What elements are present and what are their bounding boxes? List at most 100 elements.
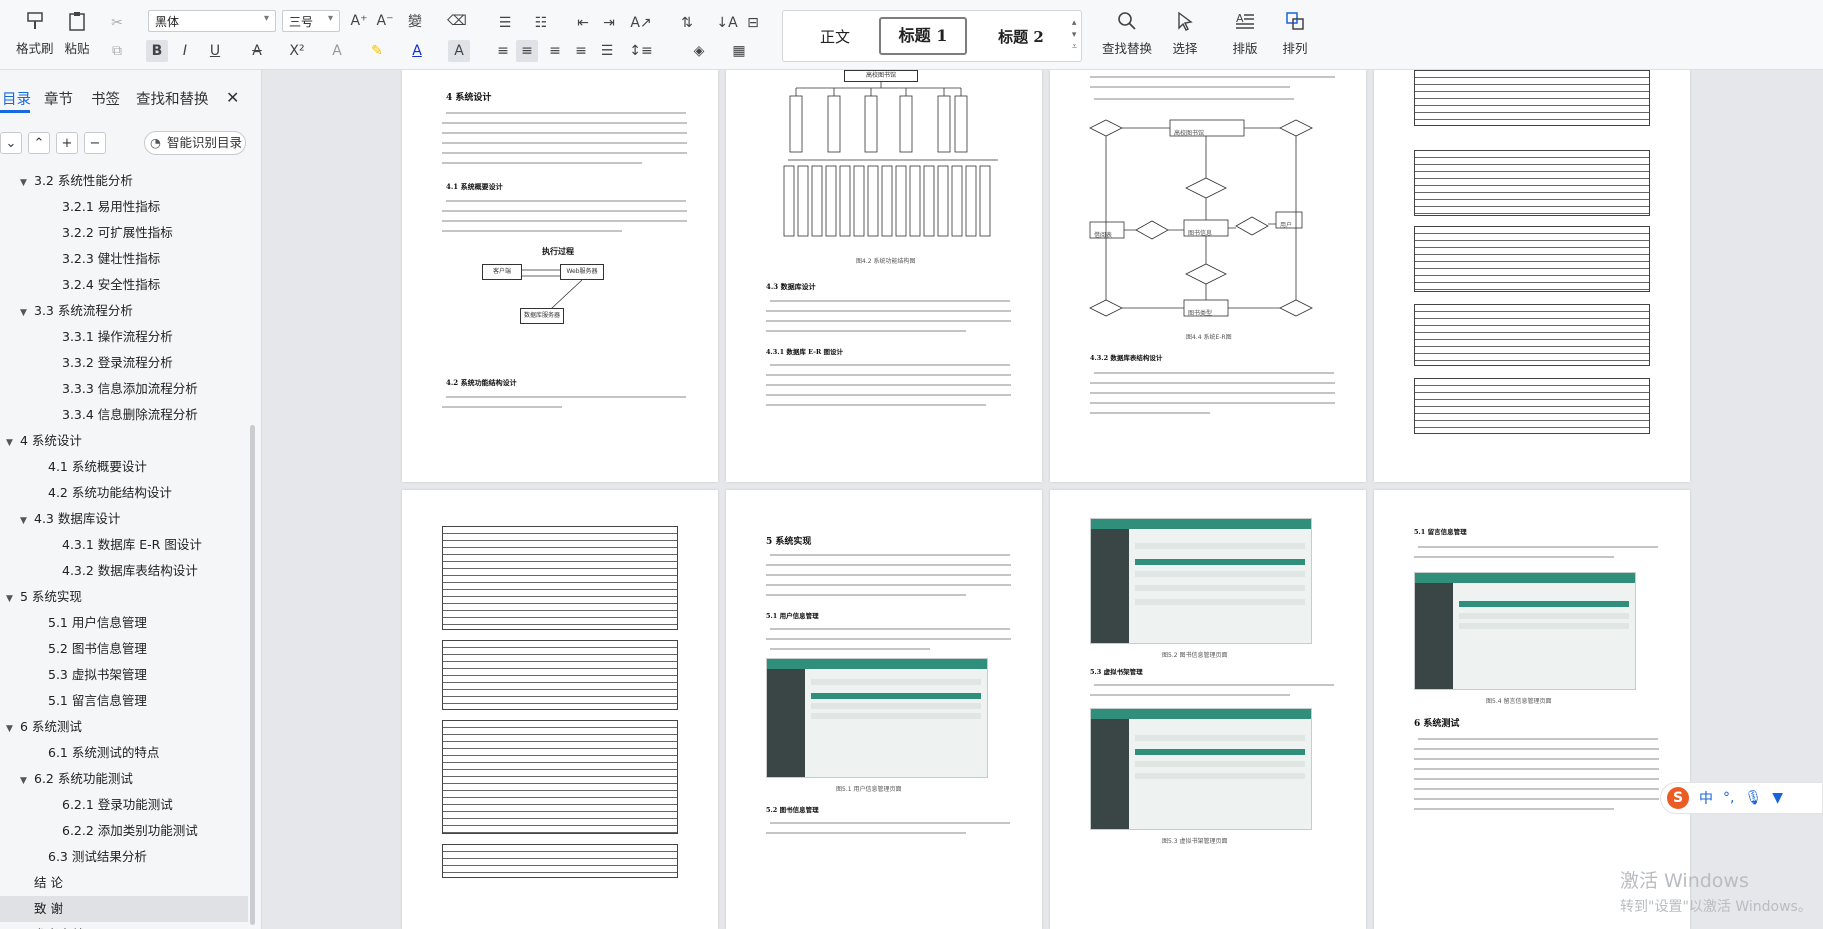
sort-az-icon[interactable]: ↓A bbox=[716, 12, 738, 34]
toc-item[interactable]: 3.2.2 可扩展性指标 bbox=[0, 220, 248, 246]
ime-toolbar[interactable]: S 中 °, 🎙 ▼ bbox=[1660, 782, 1823, 814]
select-button[interactable]: 选择 bbox=[1172, 8, 1198, 57]
mic-icon[interactable]: 🎙 bbox=[1744, 790, 1762, 806]
tab-toc[interactable]: 目录 bbox=[2, 88, 31, 109]
skin-icon[interactable]: ▼ bbox=[1772, 790, 1783, 806]
add-icon[interactable]: + bbox=[56, 132, 78, 154]
line-spacing-icon[interactable]: ↕≡ bbox=[629, 40, 652, 62]
text-effect-icon[interactable]: A bbox=[326, 40, 348, 62]
borders-icon[interactable]: ▦ bbox=[728, 40, 750, 62]
toc-item[interactable]: ▼ 6 系统测试 bbox=[0, 714, 248, 740]
expand-icon[interactable]: ⌃ bbox=[28, 132, 50, 154]
toc-item-label: 4.3.1 数据库 E-R 图设计 bbox=[62, 537, 202, 552]
superscript-button[interactable]: X² bbox=[286, 40, 308, 62]
caret-down-icon[interactable]: ▼ bbox=[20, 508, 34, 534]
cut-icon[interactable]: ✂ bbox=[106, 12, 128, 34]
copy-icon[interactable]: ⧉ bbox=[106, 40, 128, 62]
caret-down-icon[interactable]: ▼ bbox=[6, 716, 20, 742]
toc-item[interactable]: ▼ 3.3 系统流程分析 bbox=[0, 298, 248, 324]
ime-punct-icon[interactable]: °, bbox=[1723, 790, 1734, 806]
toc-item[interactable]: ▼ 6.2 系统功能测试 bbox=[0, 766, 248, 792]
caret-down-icon[interactable]: ▼ bbox=[20, 300, 34, 326]
caret-down-icon[interactable]: ▼ bbox=[20, 768, 34, 794]
paste-button[interactable]: 粘贴 bbox=[64, 8, 90, 57]
close-icon[interactable]: ✕ bbox=[226, 88, 239, 107]
increase-indent-icon[interactable]: ⇥ bbox=[598, 12, 620, 34]
toc-item[interactable]: 4.2 系统功能结构设计 bbox=[0, 480, 248, 506]
align-right-icon[interactable]: ≡ bbox=[544, 40, 566, 62]
tab-bookmarks[interactable]: 书签 bbox=[91, 88, 120, 109]
toc-item[interactable]: 3.3.1 操作流程分析 bbox=[0, 324, 248, 350]
clear-format-icon[interactable]: ⌫ bbox=[446, 10, 468, 32]
phonetic-icon[interactable]: 變 bbox=[404, 10, 426, 32]
tab-chapters[interactable]: 章节 bbox=[44, 88, 73, 109]
align-left-icon[interactable]: ≡ bbox=[492, 40, 514, 62]
format-painter-button[interactable]: 格式刷 bbox=[16, 8, 54, 57]
toc-item[interactable]: ▼ 5 系统实现 bbox=[0, 584, 248, 610]
show-marks-icon[interactable]: ⊟ bbox=[742, 12, 764, 34]
italic-button[interactable]: I bbox=[174, 40, 196, 62]
style-normal[interactable]: 正文 bbox=[795, 21, 875, 53]
collapse-icon[interactable]: ⌄ bbox=[0, 132, 22, 154]
sort-icon[interactable]: ⇅ bbox=[676, 12, 698, 34]
toc-item[interactable]: 3.2.4 安全性指标 bbox=[0, 272, 248, 298]
ribbon-toolbar: 格式刷 粘贴 ✂ ⧉ 黑体 ▾ 三号 ▾ A⁺ A⁻ 變 ⌫ B I U A X² … bbox=[0, 0, 1823, 70]
toc-item[interactable]: 6.2.1 登录功能测试 bbox=[0, 792, 248, 818]
highlight-icon[interactable]: ✎ bbox=[366, 40, 388, 62]
tab-find-replace[interactable]: 查找和替换 bbox=[136, 88, 209, 109]
toc-item[interactable]: 6.3 测试结果分析 bbox=[0, 844, 248, 870]
toc-item[interactable]: 4.3.2 数据库表结构设计 bbox=[0, 558, 248, 584]
numbered-list-icon[interactable]: ☷ bbox=[530, 12, 552, 34]
smart-toc-button[interactable]: ◔ 智能识别目录 bbox=[144, 131, 246, 155]
align-center-icon[interactable]: ≡ bbox=[516, 40, 538, 62]
bullet-list-icon[interactable]: ☰ bbox=[494, 12, 516, 34]
toc-item[interactable]: 致 谢 bbox=[0, 896, 248, 922]
arrange-button[interactable]: 排列 bbox=[1282, 8, 1308, 57]
toc-item[interactable]: 3.3.4 信息删除流程分析 bbox=[0, 402, 248, 428]
grow-font-icon[interactable]: A⁺ bbox=[348, 10, 370, 32]
toc-item[interactable]: 4.1 系统概要设计 bbox=[0, 454, 248, 480]
style-heading2[interactable]: 标题 2 bbox=[975, 21, 1067, 53]
font-name-select[interactable]: 黑体 ▾ bbox=[148, 10, 276, 32]
style-scroll-icon[interactable]: ▴ ▾ ⩡ bbox=[1072, 17, 1077, 53]
toc-item[interactable]: 3.3.2 登录流程分析 bbox=[0, 350, 248, 376]
layout-button[interactable]: A 排版 bbox=[1232, 8, 1258, 57]
toc-item[interactable]: 结 论 bbox=[0, 870, 248, 896]
toc-item[interactable]: 5.2 图书信息管理 bbox=[0, 636, 248, 662]
toc-item[interactable]: 6.2.2 添加类别功能测试 bbox=[0, 818, 248, 844]
distributed-icon[interactable]: ☰ bbox=[596, 40, 618, 62]
char-shading-icon[interactable]: A bbox=[448, 40, 470, 62]
toc-item[interactable]: 3.2.3 健壮性指标 bbox=[0, 246, 248, 272]
find-replace-button[interactable]: 查找替换 bbox=[1102, 8, 1152, 57]
toc-item[interactable]: ▼ 3.2 系统性能分析 bbox=[0, 168, 248, 194]
underline-button[interactable]: U bbox=[204, 40, 226, 62]
style-heading1[interactable]: 标题 1 bbox=[879, 17, 967, 55]
toc-item[interactable]: 6.1 系统测试的特点 bbox=[0, 740, 248, 766]
toc-item[interactable]: 参考文献 bbox=[0, 922, 248, 929]
document-canvas[interactable]: 4 系统设计 4.1 系统概要设计 执行过程 客户端 Web服务器 数据库服务器… bbox=[262, 70, 1823, 929]
caret-down-icon[interactable]: ▼ bbox=[6, 586, 20, 612]
toc-item[interactable]: 5.1 用户信息管理 bbox=[0, 610, 248, 636]
toc-scrollbar[interactable] bbox=[250, 425, 255, 925]
toc-item[interactable]: 5.1 留言信息管理 bbox=[0, 688, 248, 714]
bold-button[interactable]: B bbox=[146, 40, 168, 62]
table-row bbox=[1415, 407, 1649, 414]
remove-icon[interactable]: − bbox=[84, 132, 106, 154]
ime-lang[interactable]: 中 bbox=[1699, 788, 1713, 808]
justify-icon[interactable]: ≡ bbox=[570, 40, 592, 62]
caret-down-icon[interactable]: ▼ bbox=[20, 170, 34, 196]
toc-item[interactable]: 4.3.1 数据库 E-R 图设计 bbox=[0, 532, 248, 558]
caret-down-icon[interactable]: ▼ bbox=[6, 430, 20, 456]
toc-item[interactable]: 3.2.1 易用性指标 bbox=[0, 194, 248, 220]
toc-item[interactable]: 3.3.3 信息添加流程分析 bbox=[0, 376, 248, 402]
toc-item[interactable]: ▼ 4.3 数据库设计 bbox=[0, 506, 248, 532]
shading-icon[interactable]: ◈ bbox=[688, 40, 710, 62]
text-direction-icon[interactable]: A↗ bbox=[630, 12, 652, 34]
font-color-icon[interactable]: A bbox=[406, 40, 428, 62]
shrink-font-icon[interactable]: A⁻ bbox=[374, 10, 396, 32]
strikethrough-button[interactable]: A bbox=[246, 40, 268, 62]
toc-item[interactable]: 5.3 虚拟书架管理 bbox=[0, 662, 248, 688]
font-size-select[interactable]: 三号 ▾ bbox=[282, 10, 340, 32]
toc-item[interactable]: ▼ 4 系统设计 bbox=[0, 428, 248, 454]
decrease-indent-icon[interactable]: ⇤ bbox=[572, 12, 594, 34]
